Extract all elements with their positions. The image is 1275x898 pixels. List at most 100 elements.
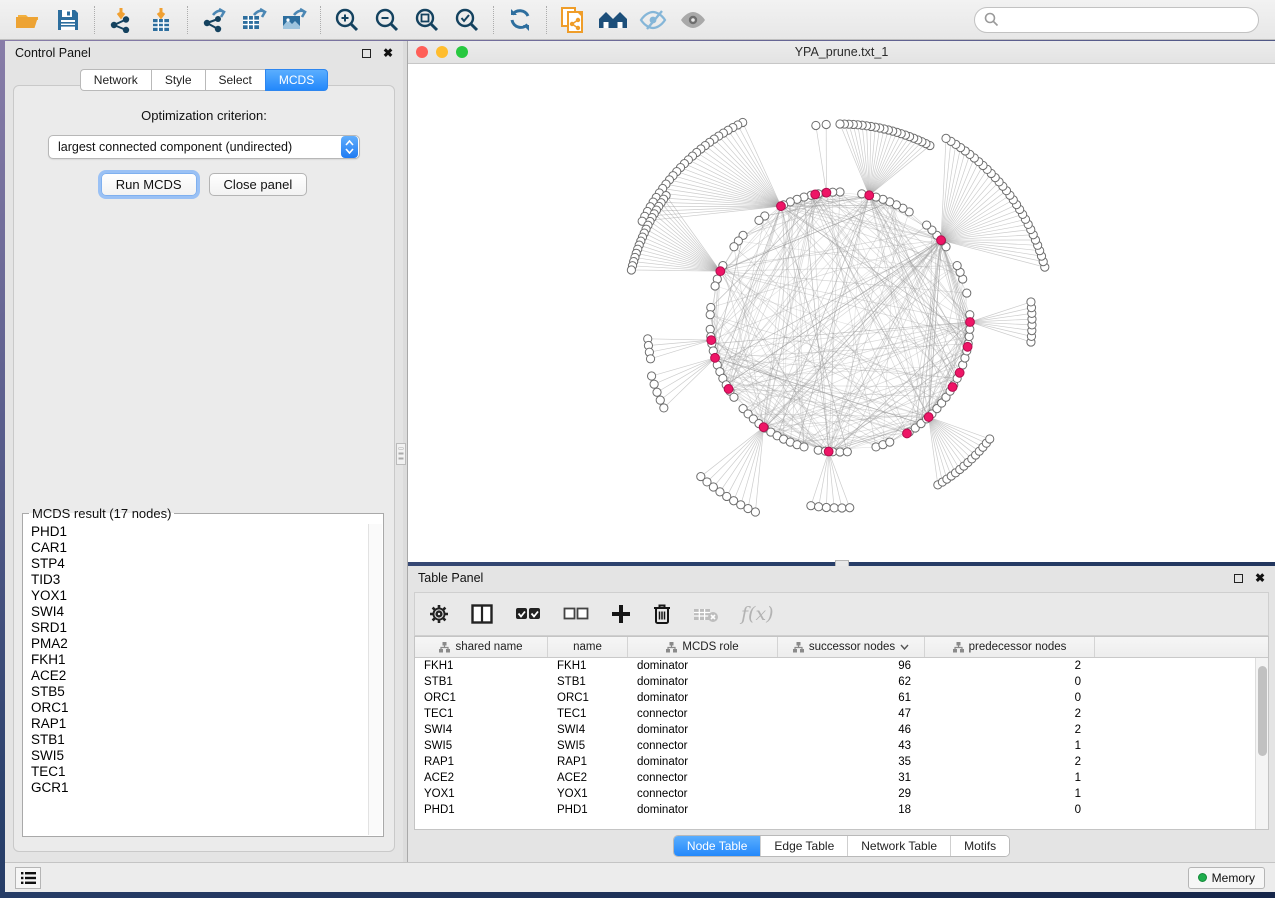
graph-edge[interactable]: [826, 452, 828, 508]
cell[interactable]: dominator: [628, 756, 778, 768]
graph-leaf-node[interactable]: [627, 266, 635, 274]
graph-mcds-node[interactable]: [966, 318, 975, 327]
table-row[interactable]: SWI5SWI5connector431: [415, 738, 1268, 754]
graph-mcds-node[interactable]: [707, 336, 716, 345]
mcds-result-item[interactable]: ORC1: [31, 700, 368, 716]
tab-network[interactable]: Network: [80, 69, 151, 91]
graph-leaf-node[interactable]: [986, 435, 994, 443]
cell[interactable]: connector: [628, 788, 778, 800]
cell[interactable]: 47: [778, 708, 925, 720]
cell[interactable]: 43: [778, 740, 925, 752]
function-builder-icon[interactable]: f(x): [741, 603, 774, 625]
cell[interactable]: 0: [925, 676, 1095, 688]
column-browser-icon[interactable]: [471, 604, 493, 624]
graph-edge[interactable]: [811, 452, 829, 506]
graph-edge[interactable]: [829, 452, 850, 508]
delete-column-icon[interactable]: [653, 603, 671, 625]
graph-leaf-node[interactable]: [751, 508, 759, 516]
cell[interactable]: 2: [925, 724, 1095, 736]
graph-edge[interactable]: [970, 322, 1031, 342]
cell[interactable]: 62: [778, 676, 925, 688]
add-column-icon[interactable]: [611, 604, 631, 624]
cell[interactable]: ORC1: [548, 692, 628, 704]
table-row[interactable]: PHD1PHD1dominator180: [415, 802, 1268, 818]
graph-leaf-node[interactable]: [822, 503, 830, 511]
graph-edge[interactable]: [649, 340, 711, 352]
graph-leaf-node[interactable]: [660, 404, 668, 412]
cell[interactable]: PHD1: [548, 804, 628, 816]
graph-leaf-node[interactable]: [830, 504, 838, 512]
graph-mcds-node[interactable]: [963, 342, 972, 351]
cell[interactable]: YOX1: [548, 788, 628, 800]
mcds-result-item[interactable]: ACE2: [31, 668, 368, 684]
mcds-result-item[interactable]: PMA2: [31, 636, 368, 652]
cell[interactable]: 2: [925, 708, 1095, 720]
graph-edge[interactable]: [654, 358, 715, 384]
graph-edge[interactable]: [816, 125, 827, 192]
zoom-out-button[interactable]: [367, 3, 407, 37]
cell[interactable]: FKH1: [415, 660, 548, 672]
network-titlebar[interactable]: YPA_prune.txt_1: [408, 41, 1275, 64]
graph-mcds-node[interactable]: [822, 188, 831, 197]
delete-table-icon[interactable]: [693, 605, 719, 623]
deselect-all-icon[interactable]: [563, 607, 589, 621]
graph-mcds-node[interactable]: [759, 423, 768, 432]
graph-mcds-node[interactable]: [955, 368, 964, 377]
close-icon[interactable]: ✖: [383, 49, 393, 58]
column-header-successor-nodes[interactable]: successor nodes: [778, 637, 925, 657]
table-row[interactable]: TEC1TEC1connector472: [415, 706, 1268, 722]
mcds-result-item[interactable]: TEC1: [31, 764, 368, 780]
cell[interactable]: ACE2: [548, 772, 628, 784]
graph-mcds-node[interactable]: [811, 190, 820, 199]
refresh-layout-button[interactable]: [500, 3, 540, 37]
cell[interactable]: connector: [628, 772, 778, 784]
graph-edge[interactable]: [941, 148, 961, 241]
cell[interactable]: 46: [778, 724, 925, 736]
import-table-button[interactable]: [141, 3, 181, 37]
graph-leaf-node[interactable]: [646, 355, 654, 363]
graph-edge[interactable]: [701, 427, 764, 476]
graph-node[interactable]: [730, 393, 738, 401]
graph-node[interactable]: [953, 261, 961, 269]
mcds-result-item[interactable]: STB1: [31, 732, 368, 748]
zoom-fit-button[interactable]: [407, 3, 447, 37]
graph-edge[interactable]: [829, 452, 842, 508]
graph-node[interactable]: [963, 289, 971, 297]
graph-leaf-node[interactable]: [815, 503, 823, 511]
graph-leaf-node[interactable]: [807, 502, 815, 510]
graph-edge[interactable]: [707, 427, 764, 482]
table-scrollbar[interactable]: [1255, 658, 1268, 829]
mcds-result-item[interactable]: STP4: [31, 556, 368, 572]
graph-edge[interactable]: [701, 149, 781, 206]
cell[interactable]: 1: [925, 772, 1095, 784]
show-all-button[interactable]: [673, 3, 713, 37]
tab-style[interactable]: Style: [151, 69, 205, 91]
graph-mcds-node[interactable]: [937, 236, 946, 245]
search-input[interactable]: [1005, 13, 1249, 27]
table-row[interactable]: ACE2ACE2connector311: [415, 770, 1268, 786]
zoom-selected-button[interactable]: [447, 3, 487, 37]
graph-edge[interactable]: [929, 417, 960, 469]
graph-mcds-node[interactable]: [724, 385, 733, 394]
graph-mcds-node[interactable]: [711, 353, 720, 362]
cell[interactable]: SWI4: [415, 724, 548, 736]
graph-edge[interactable]: [648, 339, 712, 340]
table-row[interactable]: YOX1YOX1connector291: [415, 786, 1268, 802]
mcds-result-item[interactable]: YOX1: [31, 588, 368, 604]
graph-leaf-node[interactable]: [838, 504, 846, 512]
column-header-MCDS-role[interactable]: MCDS role: [628, 637, 778, 657]
mcds-result-item[interactable]: GCR1: [31, 780, 368, 796]
graph-node[interactable]: [800, 443, 808, 451]
cell[interactable]: 18: [778, 804, 925, 816]
graph-edge[interactable]: [869, 135, 905, 195]
tab-select[interactable]: Select: [205, 69, 265, 91]
tab-network-table[interactable]: Network Table: [848, 836, 951, 856]
graph-edge[interactable]: [657, 358, 715, 392]
clone-network-button[interactable]: [553, 3, 593, 37]
cell[interactable]: 0: [925, 692, 1095, 704]
table-row[interactable]: SWI4SWI4dominator462: [415, 722, 1268, 738]
close-icon[interactable]: ✖: [1255, 574, 1265, 583]
graph-edge[interactable]: [710, 142, 781, 206]
open-file-button[interactable]: [8, 3, 48, 37]
graph-edge[interactable]: [714, 139, 781, 206]
